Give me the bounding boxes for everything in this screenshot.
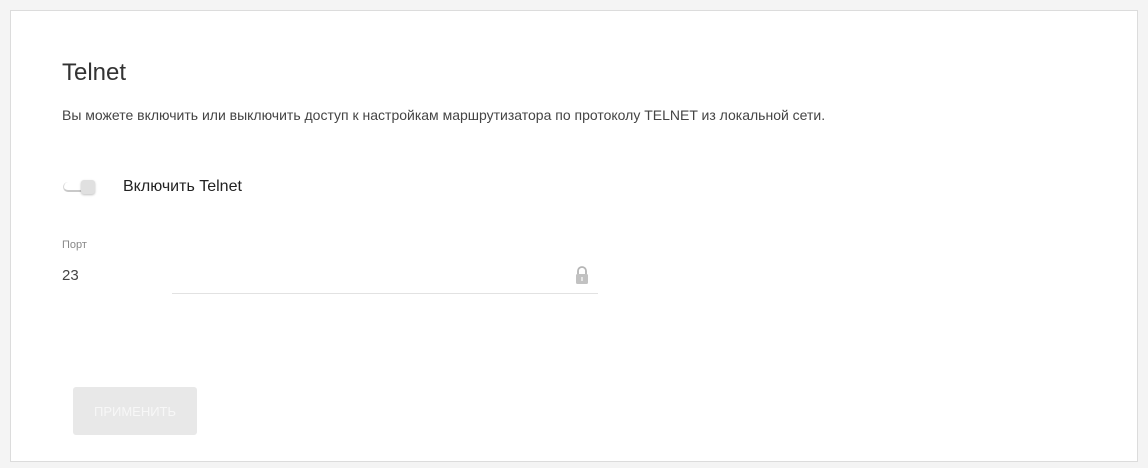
telnet-settings-panel: Telnet Вы можете включить или выключить … [10,10,1138,462]
toggle-knob [81,180,95,194]
page-title: Telnet [62,59,127,86]
port-label: Порт [62,239,87,251]
lock-icon [575,265,589,285]
enable-telnet-label: Включить Telnet [123,178,242,195]
apply-button[interactable]: ПРИМЕНИТЬ [73,387,197,435]
port-field: Порт [62,229,598,295]
port-underline [172,293,598,294]
port-input[interactable] [62,267,542,284]
enable-telnet-toggle[interactable] [63,180,97,194]
telnet-toggle-row: Включить Telnet [63,175,242,199]
page-description: Вы можете включить или выключить доступ … [62,107,826,123]
